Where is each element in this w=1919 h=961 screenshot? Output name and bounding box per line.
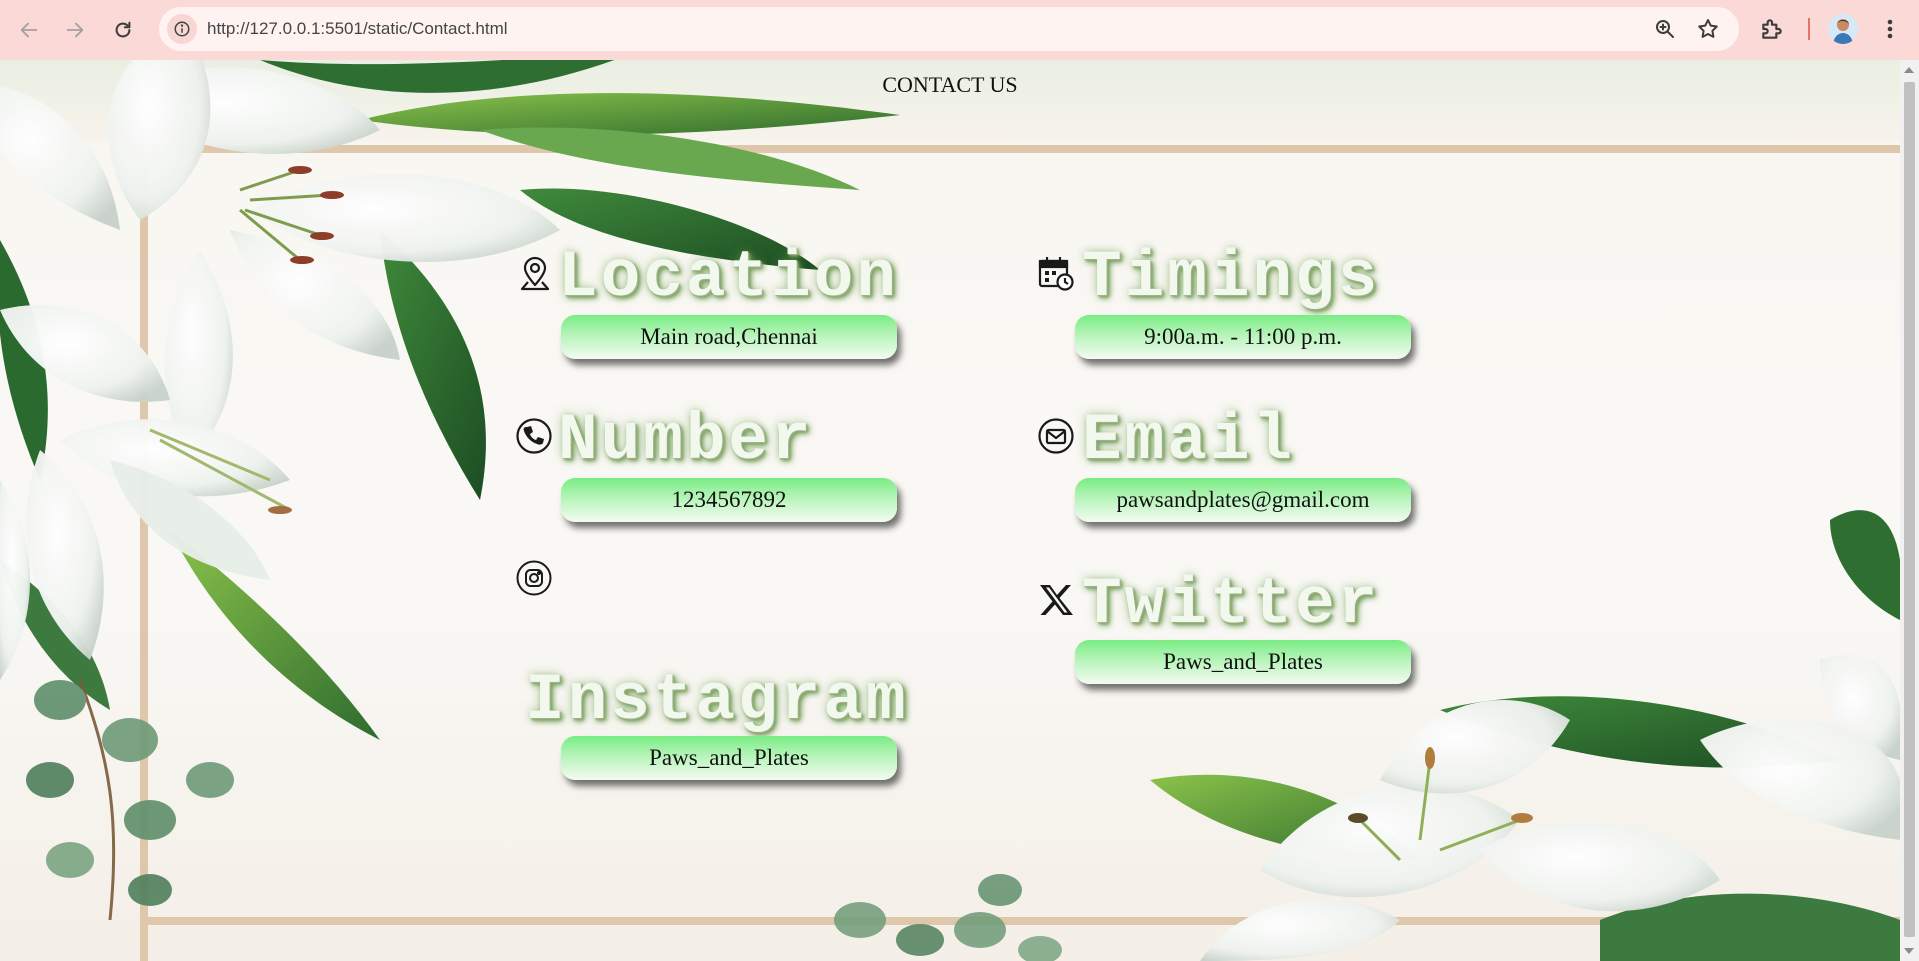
- url-text[interactable]: http://127.0.0.1:5501/static/Contact.htm…: [207, 19, 508, 39]
- profile-avatar[interactable]: [1828, 14, 1858, 44]
- forward-button[interactable]: [57, 12, 93, 48]
- number-value: 1234567892: [561, 478, 897, 522]
- timings-heading: Timings: [1082, 240, 1381, 315]
- reload-button[interactable]: [105, 12, 141, 48]
- vertical-scrollbar[interactable]: [1900, 60, 1919, 961]
- scroll-down-arrow-icon[interactable]: [1904, 948, 1914, 954]
- extensions-icon[interactable]: [1759, 16, 1785, 42]
- instagram-value: Paws_and_Plates: [561, 736, 897, 780]
- email-value: pawsandplates@gmail.com: [1075, 478, 1411, 522]
- x-logo-icon: [1037, 581, 1075, 619]
- location-value: Main road,Chennai: [561, 315, 897, 359]
- more-menu-icon[interactable]: [1880, 14, 1900, 44]
- toolbar-divider: [1808, 18, 1810, 40]
- browser-toolbar: http://127.0.0.1:5501/static/Contact.htm…: [0, 0, 1919, 60]
- bookmark-star-icon[interactable]: [1696, 17, 1720, 41]
- address-bar[interactable]: http://127.0.0.1:5501/static/Contact.htm…: [159, 7, 1739, 51]
- instagram-heading: Instagram: [525, 663, 909, 738]
- avatar-icon: [1828, 14, 1858, 44]
- page-title: CONTACT US: [882, 72, 1018, 97]
- calendar-clock-icon: [1037, 254, 1075, 292]
- floral-background-image: [0, 60, 1900, 961]
- email-heading: Email: [1082, 403, 1296, 478]
- zoom-icon[interactable]: [1653, 17, 1677, 41]
- info-icon: [174, 21, 190, 37]
- number-heading: Number: [558, 403, 814, 478]
- site-info-button[interactable]: [167, 14, 197, 44]
- arrow-left-icon: [20, 22, 38, 38]
- location-heading: Location: [558, 240, 899, 315]
- reload-icon: [115, 21, 131, 38]
- scrollbar-thumb[interactable]: [1904, 82, 1915, 937]
- instagram-icon: [515, 559, 553, 597]
- page-viewport: CONTACT US Location Main road,Chennai Ti…: [0, 60, 1900, 961]
- twitter-value: Paws_and_Plates: [1075, 640, 1411, 684]
- twitter-heading: Twitter: [1082, 567, 1381, 642]
- scroll-up-arrow-icon[interactable]: [1904, 67, 1914, 73]
- timings-value: 9:00a.m. - 11:00 p.m.: [1075, 315, 1411, 359]
- back-button[interactable]: [11, 12, 47, 48]
- location-pin-icon: [516, 254, 554, 292]
- phone-icon: [515, 417, 553, 455]
- arrow-right-icon: [66, 22, 84, 38]
- mail-icon: [1037, 417, 1075, 455]
